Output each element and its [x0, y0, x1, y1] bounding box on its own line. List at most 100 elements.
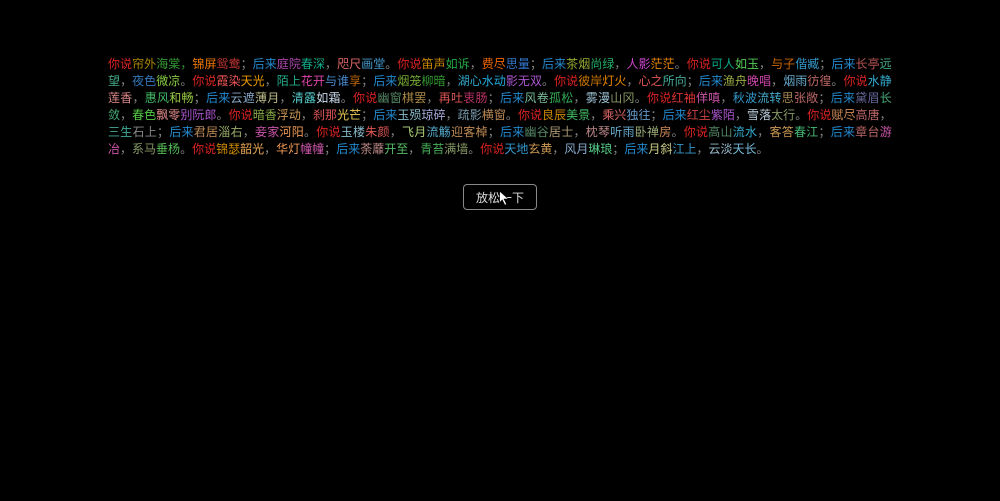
poem-segment: ，	[574, 125, 586, 139]
poem-segment: ；	[194, 91, 206, 105]
poem-segment: 风月	[564, 142, 588, 156]
poem-segment: 你说	[229, 108, 253, 122]
poem-segment: 幽谷	[525, 125, 550, 139]
poem-segment: 灯火	[602, 74, 626, 88]
poem-segment: ；	[361, 74, 373, 88]
poem-segment: ，	[614, 57, 626, 71]
poem-segment: ；	[530, 57, 542, 71]
poem-segment: 流转	[757, 91, 782, 105]
poem-segment: 烟雨	[783, 74, 807, 88]
poem-segment: 玉殒	[397, 108, 421, 122]
poem-segment: 与子	[771, 57, 795, 71]
poem-segment: 锦屏	[192, 57, 216, 71]
poem-segment: 你说	[807, 108, 831, 122]
poem-segment: 春深	[301, 57, 325, 71]
poem-segment: 。	[675, 57, 687, 71]
poem-segment: 莲香	[108, 91, 133, 105]
poem-segment: 石上	[133, 125, 158, 139]
poem-segment: 薄月	[255, 91, 280, 105]
poem-segment: 后来	[500, 125, 525, 139]
poem-segment: 心之	[639, 74, 663, 88]
poem-segment: ，	[757, 125, 769, 139]
poem-segment: 。	[795, 108, 807, 122]
poem-segment: 后来	[624, 142, 648, 156]
poem-segment: 幢幢	[300, 142, 324, 156]
poem-segment: 你说	[647, 91, 672, 105]
poem-segment: 韶光	[240, 142, 264, 156]
poem-segment: 惠风	[145, 91, 170, 105]
poem-segment: 。	[180, 74, 192, 88]
poem-segment: 枕琴	[586, 125, 611, 139]
poem-segment: ，	[735, 108, 747, 122]
poem-segment: 费尽	[482, 57, 506, 71]
poem-segment: 柳暗	[421, 74, 445, 88]
poem-segment: 浮动	[277, 108, 301, 122]
poem-segment: 微凉	[156, 74, 180, 88]
poem-segment: 你说	[687, 57, 711, 71]
poem-segment: 你说	[480, 142, 504, 156]
poem-segment: 三生	[108, 125, 133, 139]
poem-segment: 陌上	[277, 74, 301, 88]
poem-segment: 和畅	[169, 91, 194, 105]
poem-segment: 飞月	[402, 125, 427, 139]
poem-segment: 孤松	[549, 91, 574, 105]
poem-segment: 高山	[708, 125, 733, 139]
poem-segment: ，	[446, 74, 458, 88]
poem-segment: 棋罢	[402, 91, 427, 105]
poem-segment: 天地	[504, 142, 528, 156]
poem-segment: 君居	[194, 125, 219, 139]
poem-segment: 夜色	[132, 74, 156, 88]
poem-segment: 淄右	[218, 125, 243, 139]
poem-segment: 彷徨	[807, 74, 831, 88]
poem-segment: 后来	[206, 91, 231, 105]
poem-segment: 后来	[699, 74, 723, 88]
poem-segment: 云淡	[708, 142, 732, 156]
poem-segment: 高唐	[856, 108, 880, 122]
relax-button[interactable]: 放松一下	[463, 184, 537, 210]
poem-segment: 春色	[132, 108, 156, 122]
poem-segment: 海棠	[156, 57, 180, 71]
poem-segment: ；	[612, 142, 624, 156]
poem-segment: ，	[180, 57, 192, 71]
poem-segment: ；	[157, 125, 169, 139]
poem-segment: 横窗	[482, 108, 506, 122]
poem-segment: 飘零	[156, 108, 180, 122]
poem-segment: 。	[831, 74, 843, 88]
poem-segment: 咫尺	[337, 57, 361, 71]
poem-segment: 开至	[384, 142, 408, 156]
poem-segment: ，	[120, 108, 132, 122]
poem-segment: 。	[542, 74, 554, 88]
poem-segment: 朱颜	[365, 125, 390, 139]
poem-segment: 满墙	[444, 142, 468, 156]
poem-segment: 锦瑟	[216, 142, 240, 156]
poem-segment: ，	[552, 142, 564, 156]
poem-segment: 。	[635, 91, 647, 105]
poem-segment: 人影	[626, 57, 650, 71]
poem-segment: 青苔	[420, 142, 444, 156]
poem-segment: 后来	[336, 142, 360, 156]
poem-segment: 月斜	[648, 142, 672, 156]
poem-segment: 听雨	[610, 125, 635, 139]
poem-segment: 天长	[732, 142, 756, 156]
poem-segment: 你说	[518, 108, 542, 122]
poem-text: 你说帘外海棠，锦屏鸳鸯；后来庭院春深，咫尺画堂。你说笛声如诉，费尽思量；后来茶烟…	[108, 56, 892, 158]
poem-segment: ；	[488, 91, 500, 105]
poem-segment: 乘兴	[602, 108, 626, 122]
poem-segment: 烟笼	[397, 74, 421, 88]
poem-segment: 影无双	[506, 74, 542, 88]
poem-segment: ；	[361, 108, 373, 122]
poem-segment: 疏影	[458, 108, 482, 122]
poem-segment: 雪落	[747, 108, 771, 122]
poem-segment: 流觞	[427, 125, 452, 139]
poem-segment: 后来	[373, 74, 397, 88]
poem-segment: 居士	[549, 125, 574, 139]
poem-segment: ；	[324, 142, 336, 156]
poem-segment: 。	[385, 57, 397, 71]
poem-segment: ；	[819, 57, 831, 71]
poem-segment: ，	[427, 91, 439, 105]
poem-segment: ；	[651, 108, 663, 122]
poem-segment: ，	[408, 142, 420, 156]
poem-segment: 如玉	[735, 57, 759, 71]
poem-segment: 。	[506, 108, 518, 122]
poem-segment: 黛眉	[855, 91, 880, 105]
